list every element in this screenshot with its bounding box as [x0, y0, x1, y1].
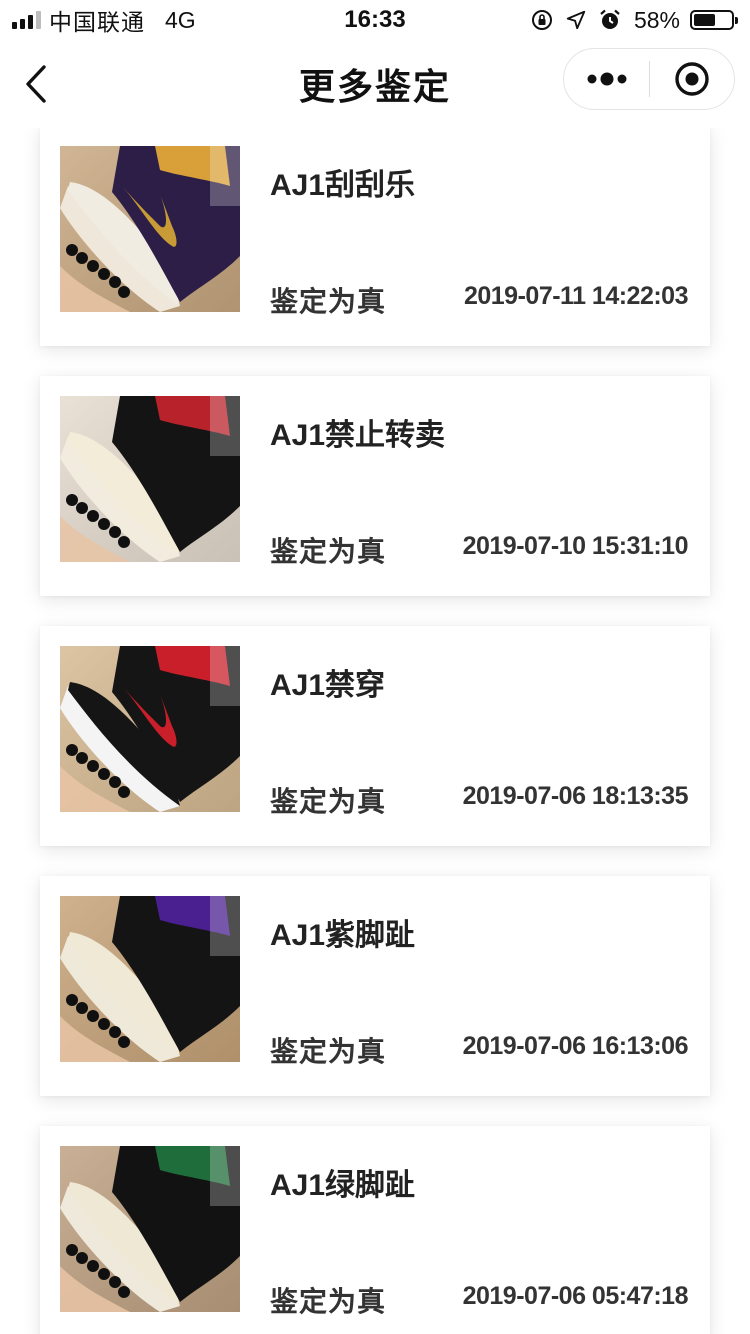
sneaker-image [60, 896, 240, 1062]
battery-level [694, 14, 715, 26]
appraisal-result: 鉴定为真 [270, 1286, 387, 1317]
sneaker-photo [60, 396, 240, 562]
battery-icon [690, 10, 738, 30]
sneaker-photo [60, 646, 240, 812]
close-mini-program-button[interactable] [650, 49, 734, 109]
card-title: AJ1刮刮乐 [270, 169, 416, 202]
card-title: AJ1禁穿 [270, 669, 386, 702]
appraisal-card[interactable]: AJ1绿脚趾 鉴定为真 2019-07-06 05:47:18 [40, 1126, 710, 1334]
alarm-clock-icon [598, 8, 622, 32]
mini-program-capsule [563, 48, 735, 110]
appraisal-date: 2019-07-06 05:47:18 [462, 1282, 689, 1310]
appraisal-result: 鉴定为真 [270, 536, 387, 567]
navigation-bar: 更多鉴定 [0, 40, 750, 128]
appraisal-result: 鉴定为真 [270, 786, 387, 817]
more-button[interactable] [564, 49, 649, 109]
appraisal-card[interactable]: AJ1刮刮乐 鉴定为真 2019-07-11 14:22:03 [40, 128, 710, 346]
appraisal-date: 2019-07-11 14:22:03 [463, 282, 689, 310]
location-arrow-icon [564, 8, 588, 32]
status-bar-right: 58% [530, 6, 738, 34]
appraisal-card[interactable]: AJ1禁止转卖 鉴定为真 2019-07-10 15:31:10 [40, 376, 710, 596]
card-title: AJ1紫脚趾 [270, 919, 416, 952]
sneaker-image [60, 646, 240, 812]
status-bar: 中国联通 4G 16:33 58% [0, 0, 750, 40]
card-title: AJ1绿脚趾 [270, 1169, 416, 1202]
appraisal-date: 2019-07-06 18:13:35 [462, 782, 689, 810]
sneaker-photo [60, 146, 240, 312]
sneaker-image [60, 146, 240, 312]
appraisal-result: 鉴定为真 [270, 286, 387, 317]
orientation-lock-icon [530, 8, 554, 32]
sneaker-photo [60, 896, 240, 1062]
appraisal-date: 2019-07-10 15:31:10 [462, 532, 689, 560]
more-dots-icon [587, 72, 626, 86]
sneaker-image [60, 1146, 240, 1312]
appraisal-list: AJ1刮刮乐 鉴定为真 2019-07-11 14:22:03 AJ1禁止转卖 … [0, 128, 750, 1334]
appraisal-date: 2019-07-06 16:13:06 [462, 1032, 689, 1060]
appraisal-card[interactable]: AJ1禁穿 鉴定为真 2019-07-06 18:13:35 [40, 626, 710, 846]
sneaker-image [60, 396, 240, 562]
appraisal-result: 鉴定为真 [270, 1036, 387, 1067]
sneaker-photo [60, 1146, 240, 1312]
card-title: AJ1禁止转卖 [270, 419, 446, 452]
appraisal-card[interactable]: AJ1紫脚趾 鉴定为真 2019-07-06 16:13:06 [40, 876, 710, 1096]
battery-percent: 58% [633, 6, 680, 33]
target-circle-icon [675, 62, 709, 96]
